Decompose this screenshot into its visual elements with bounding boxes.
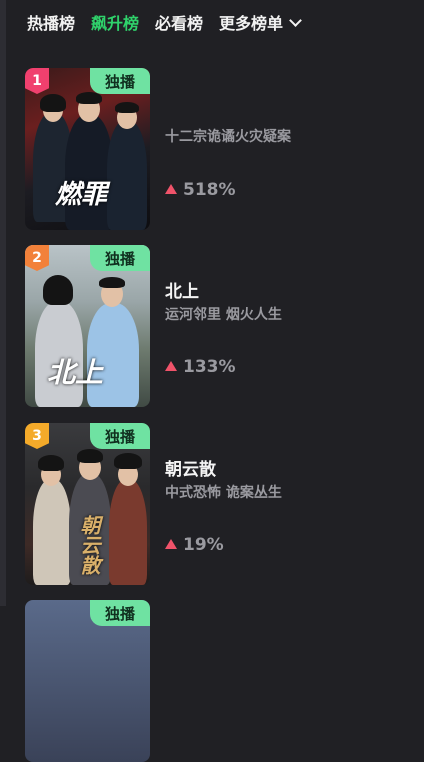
poster-image[interactable]: 燃罪 1 独播 — [25, 68, 150, 230]
growth-percent: 19% — [183, 535, 224, 555]
exclusive-badge: 独播 — [90, 600, 150, 626]
growth-indicator: 133% — [165, 357, 236, 377]
tab-rising[interactable]: 飙升榜 — [91, 10, 139, 34]
trend-up-icon — [165, 184, 177, 194]
show-subtitle: 中式恐怖 诡案丛生 — [165, 485, 282, 501]
list-item[interactable]: 燃罪 1 独播 十二宗诡谲火灾疑案 518% — [25, 68, 415, 230]
poster-image[interactable]: 独播 — [25, 600, 150, 762]
list-item[interactable]: 朝云散 3 独播 朝云散 中式恐怖 诡案丛生 19% — [25, 423, 415, 585]
poster-image[interactable]: 北上 2 独播 — [25, 245, 150, 407]
list-item[interactable]: 独播 — [25, 600, 415, 762]
poster-title-art: 朝云散 — [77, 515, 101, 575]
poster-title-art: 北上 — [47, 356, 104, 389]
more-lists-label: 更多榜单 — [219, 14, 284, 33]
growth-percent: 133% — [183, 357, 236, 377]
growth-percent: 518% — [183, 180, 236, 200]
show-title[interactable]: 北上 — [165, 277, 199, 302]
poster-image[interactable]: 朝云散 3 独播 — [25, 423, 150, 585]
left-edge-strip — [0, 0, 6, 606]
tab-must-watch[interactable]: 必看榜 — [155, 10, 203, 34]
show-subtitle: 十二宗诡谲火灾疑案 — [165, 129, 291, 145]
ranking-tabs: 热播榜 飙升榜 必看榜 更多榜单 — [27, 10, 302, 34]
exclusive-badge: 独播 — [90, 423, 150, 449]
show-title[interactable]: 朝云散 — [165, 455, 216, 480]
tab-more-lists[interactable]: 更多榜单 — [219, 10, 302, 34]
chevron-down-icon — [289, 13, 302, 27]
tab-hot[interactable]: 热播榜 — [27, 10, 75, 34]
poster-title-art: 燃罪 — [55, 180, 108, 210]
list-item[interactable]: 北上 2 独播 北上 运河邻里 烟火人生 133% — [25, 245, 415, 407]
growth-indicator: 19% — [165, 535, 224, 555]
trend-up-icon — [165, 539, 177, 549]
show-subtitle: 运河邻里 烟火人生 — [165, 307, 282, 323]
exclusive-badge: 独播 — [90, 245, 150, 271]
growth-indicator: 518% — [165, 180, 236, 200]
exclusive-badge: 独播 — [90, 68, 150, 94]
trend-up-icon — [165, 361, 177, 371]
